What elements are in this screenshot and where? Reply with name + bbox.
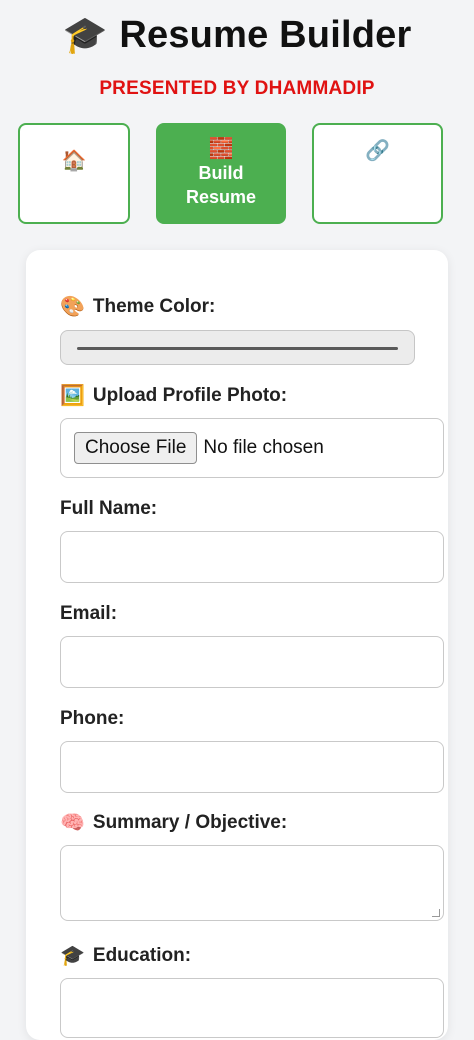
theme-color-label: 🎨 Theme Color: — [60, 296, 215, 318]
email-label: Email: — [60, 603, 118, 624]
education-textarea[interactable] — [60, 978, 444, 1038]
summary-textarea[interactable] — [60, 845, 444, 921]
phone-input[interactable] — [60, 741, 444, 793]
brain-icon: 🧠 — [60, 812, 85, 834]
full-name-input[interactable] — [60, 531, 444, 583]
presented-by-text: PRESENTED BY DHAMMADIP — [99, 78, 375, 99]
email-input[interactable] — [60, 636, 444, 688]
upload-photo-label-text: Upload Profile Photo: — [92, 385, 288, 406]
file-status-text: No file chosen — [203, 437, 324, 458]
theme-color-swatch — [77, 347, 398, 350]
education-label: 🎓 Education: — [60, 945, 191, 967]
phone-label: Phone: — [60, 708, 125, 729]
choose-file-button[interactable]: Choose File — [74, 432, 198, 464]
link-icon: 🔗 — [365, 140, 390, 162]
home-icon: 🏠 — [61, 150, 87, 172]
summary-label-text: Summary / Objective: — [92, 812, 288, 833]
summary-label: 🧠 Summary / Objective: — [60, 812, 287, 834]
graduation-cap-icon: 🎓 — [60, 945, 85, 967]
full-name-label: Full Name: — [60, 498, 158, 519]
brick-icon: 🧱 — [208, 138, 234, 160]
palette-icon: 🎨 — [60, 296, 85, 318]
profile-photo-input: Choose File No file chosen — [60, 418, 444, 478]
nav-build-resume-button[interactable]: 🧱 Build Resume — [156, 123, 286, 224]
nav-link-button[interactable]: 🔗 — [312, 123, 443, 224]
picture-icon: 🖼️ — [60, 385, 85, 407]
theme-color-label-text: Theme Color: — [92, 296, 216, 317]
page-header: 🎓 Resume Builder — [0, 0, 474, 70]
nav-build-resume-label: Build Resume — [185, 163, 257, 207]
nav-home-button[interactable]: 🏠 — [18, 123, 130, 224]
theme-color-picker[interactable] — [60, 330, 415, 365]
upload-photo-label: 🖼️ Upload Profile Photo: — [60, 385, 287, 407]
resize-handle-icon[interactable] — [432, 909, 440, 917]
graduation-cap-icon: 🎓 — [62, 14, 108, 55]
education-label-text: Education: — [92, 945, 192, 966]
page-title: Resume Builder — [119, 13, 412, 56]
